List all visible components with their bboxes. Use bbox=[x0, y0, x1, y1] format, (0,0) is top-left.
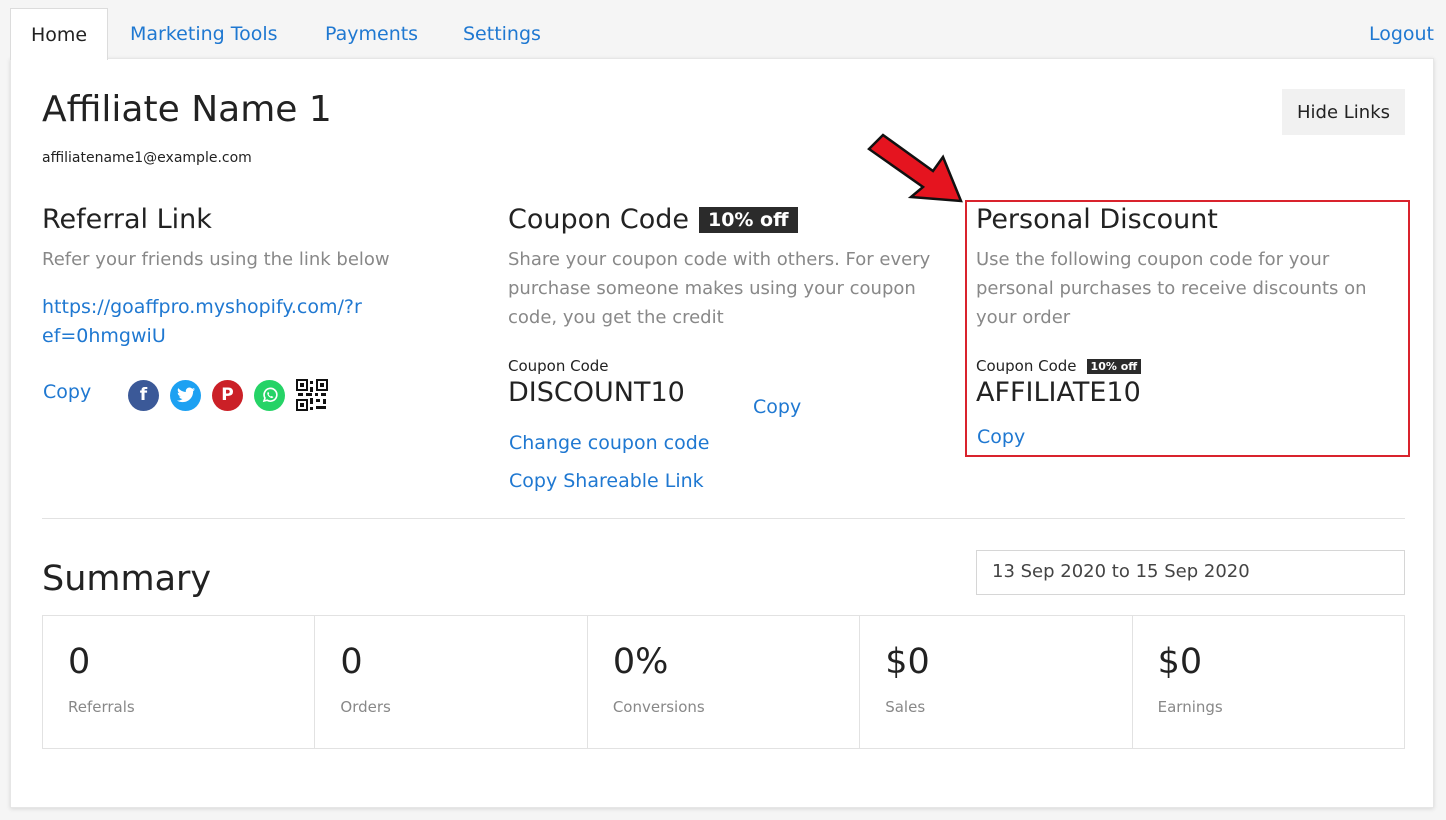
coupon-code-label: Coupon Code bbox=[508, 357, 609, 375]
referral-copy-button[interactable]: Copy bbox=[43, 381, 91, 403]
stat-label: Sales bbox=[885, 698, 926, 716]
hide-links-button[interactable]: Hide Links bbox=[1282, 89, 1405, 135]
stat-value: 0% bbox=[612, 642, 669, 682]
stat-value: 0 bbox=[340, 642, 363, 682]
tab-payments[interactable]: Payments bbox=[325, 8, 418, 59]
coupon-code-value: DISCOUNT10 bbox=[508, 377, 685, 408]
stat-sales: $0 Sales bbox=[860, 616, 1133, 748]
twitter-icon[interactable] bbox=[170, 379, 201, 411]
personal-discount-badge: 10% off bbox=[1086, 358, 1142, 374]
discount-badge: 10% off bbox=[698, 206, 798, 233]
referral-url[interactable]: https://goaffpro.myshopify.com/?ref=0hmg… bbox=[42, 293, 372, 351]
personal-discount-description: Use the following coupon code for your p… bbox=[976, 249, 1367, 328]
stat-label: Conversions bbox=[612, 698, 705, 716]
affiliate-email: affiliatename1@example.com bbox=[42, 150, 252, 166]
date-range-picker[interactable]: 13 Sep 2020 to 15 Sep 2020 bbox=[976, 550, 1405, 595]
stat-value: $0 bbox=[885, 642, 930, 682]
copy-shareable-link[interactable]: Copy Shareable Link bbox=[509, 470, 704, 492]
stat-value: 0 bbox=[68, 642, 91, 682]
coupon-code-title-row: Coupon Code 10% off bbox=[508, 204, 798, 235]
stat-orders: 0 Orders bbox=[315, 616, 588, 748]
annotation-arrow-icon bbox=[867, 133, 963, 203]
nav-tabs: Home Marketing Tools Payments Settings L… bbox=[10, 8, 1434, 60]
qr-code-icon[interactable] bbox=[296, 379, 328, 411]
coupon-copy-button[interactable]: Copy bbox=[753, 396, 801, 418]
tab-settings[interactable]: Settings bbox=[463, 8, 541, 59]
stat-label: Orders bbox=[340, 698, 391, 716]
personal-coupon-label: Coupon Code bbox=[976, 357, 1077, 375]
personal-coupon-copy-button[interactable]: Copy bbox=[977, 426, 1025, 448]
personal-discount-title: Personal Discount bbox=[976, 204, 1218, 235]
tab-marketing-tools[interactable]: Marketing Tools bbox=[130, 8, 278, 59]
summary-title: Summary bbox=[42, 559, 212, 599]
share-icons: f P bbox=[128, 379, 328, 411]
change-coupon-link[interactable]: Change coupon code bbox=[509, 432, 709, 454]
referral-link-description: Refer your friends using the link below bbox=[42, 249, 390, 270]
personal-coupon-label-row: Coupon Code 10% off bbox=[976, 357, 1142, 375]
coupon-code-title: Coupon Code bbox=[508, 204, 689, 235]
stat-earnings: $0 Earnings bbox=[1133, 616, 1404, 748]
stat-label: Earnings bbox=[1157, 698, 1223, 716]
summary-stats: 0 Referrals 0 Orders 0% Conversions $0 S… bbox=[42, 615, 1405, 749]
logout-link[interactable]: Logout bbox=[1369, 8, 1434, 59]
coupon-code-description: Share your coupon code with others. For … bbox=[508, 249, 931, 328]
whatsapp-icon[interactable] bbox=[254, 379, 285, 411]
section-divider bbox=[42, 518, 1405, 519]
affiliate-name: Affiliate Name 1 bbox=[42, 89, 332, 130]
dashboard-card: Affiliate Name 1 affiliatename1@example.… bbox=[10, 58, 1434, 808]
stat-label: Referrals bbox=[68, 698, 135, 716]
stat-conversions: 0% Conversions bbox=[588, 616, 861, 748]
pinterest-icon[interactable]: P bbox=[212, 379, 243, 411]
stat-value: $0 bbox=[1157, 642, 1203, 682]
stat-referrals: 0 Referrals bbox=[43, 616, 316, 748]
personal-coupon-value: AFFILIATE10 bbox=[976, 377, 1141, 408]
referral-link-title: Referral Link bbox=[42, 204, 212, 235]
tab-home[interactable]: Home bbox=[10, 8, 109, 60]
facebook-icon[interactable]: f bbox=[128, 379, 159, 411]
